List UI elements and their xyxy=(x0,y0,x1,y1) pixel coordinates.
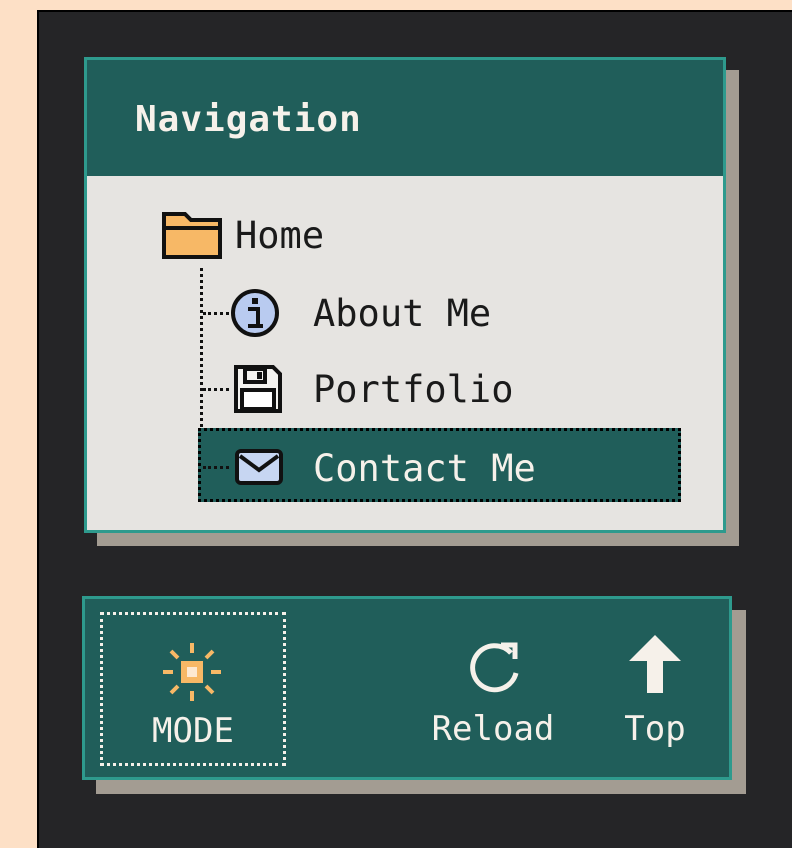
navigation-titlebar: Navigation xyxy=(87,60,723,176)
tree-connector-horizontal xyxy=(203,388,229,391)
tree-connector-horizontal xyxy=(203,466,229,469)
floppy-disk-icon xyxy=(234,365,282,413)
mode-button-label: MODE xyxy=(152,711,234,751)
top-button-label: Top xyxy=(624,709,686,749)
reload-button[interactable]: Reload xyxy=(403,627,583,757)
reload-icon xyxy=(470,642,519,693)
tree-connector-horizontal xyxy=(203,312,229,315)
mode-button[interactable]: MODE xyxy=(100,612,286,766)
toolbar: MODE Reload Top xyxy=(82,596,732,780)
tree-item-label: Contact Me xyxy=(313,447,536,490)
navigation-window: Navigation Home About Me Portfolio Conta… xyxy=(84,57,726,533)
arrow-up-icon xyxy=(629,635,681,693)
navigation-tree: Home About Me Portfolio Contact Me xyxy=(87,176,723,530)
tree-item-label: Home xyxy=(235,214,325,257)
folder-icon xyxy=(162,212,222,259)
tree-item-label: Portfolio xyxy=(313,368,514,411)
info-icon xyxy=(231,289,279,337)
navigation-title: Navigation xyxy=(135,99,362,140)
tree-item-label: About Me xyxy=(313,292,492,335)
sun-icon xyxy=(163,643,221,701)
envelope-icon xyxy=(235,449,283,485)
top-button[interactable]: Top xyxy=(595,627,715,757)
reload-button-label: Reload xyxy=(431,709,555,749)
